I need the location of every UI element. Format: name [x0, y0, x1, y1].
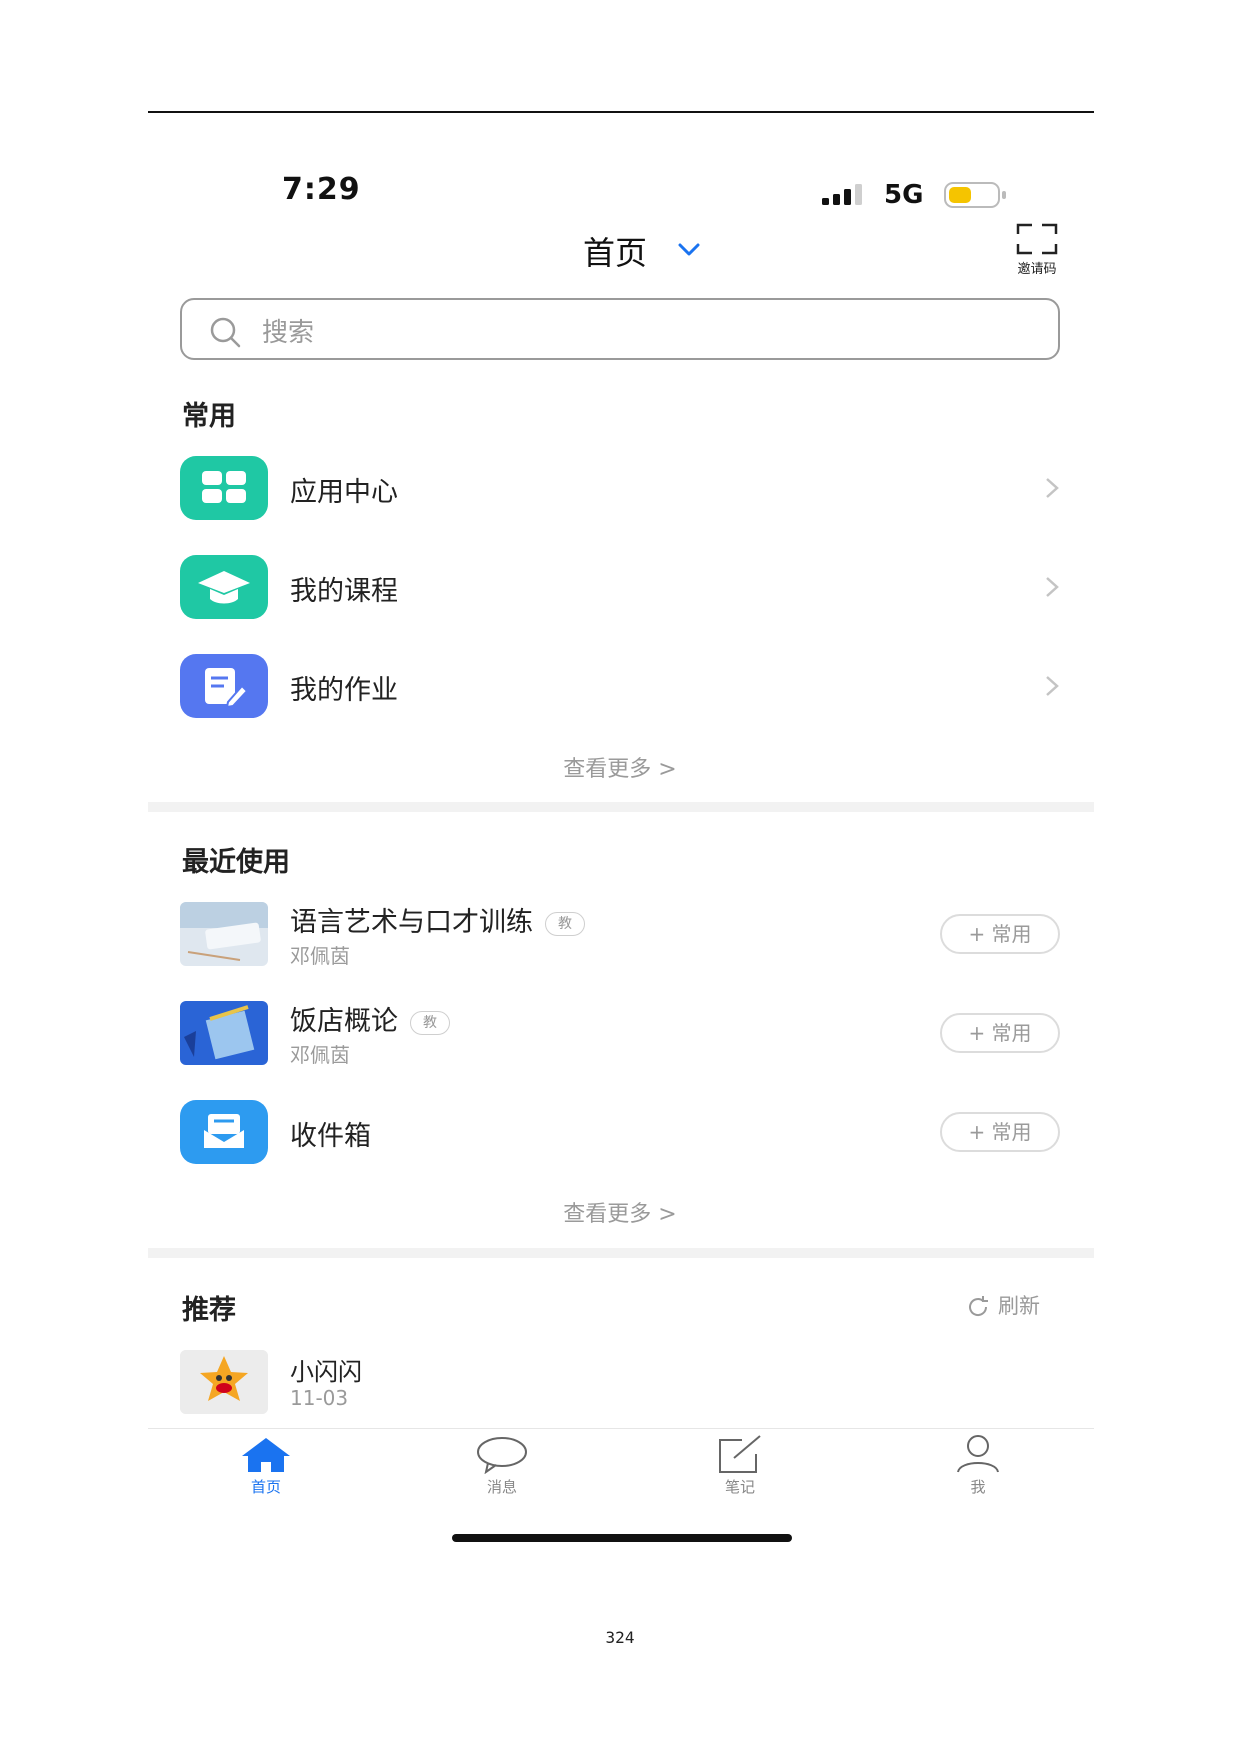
recent-item-course[interactable]: 饭店概论教 邓佩茵 + 常用 [180, 993, 1060, 1073]
add-to-common-button[interactable]: + 常用 [940, 914, 1060, 954]
user-icon [957, 1435, 999, 1473]
recent-item-title: 饭店概论 [290, 1006, 398, 1037]
course-thumbnail [180, 1001, 268, 1065]
refresh-icon [969, 1296, 988, 1316]
status-time: 7:29 [282, 172, 361, 207]
recent-item-inbox[interactable]: 收件箱 + 常用 [180, 1092, 1060, 1172]
common-item-my-courses[interactable]: 我的课程 [180, 547, 1060, 627]
chevron-right-icon [1046, 676, 1059, 696]
chevron-down-icon[interactable] [676, 236, 702, 262]
home-indicator[interactable] [452, 1534, 792, 1542]
recent-item-course[interactable]: 语言艺术与口才训练教 邓佩茵 + 常用 [180, 894, 1060, 974]
recent-section-title: 最近使用 [182, 847, 290, 878]
teacher-badge: 教 [410, 1010, 450, 1035]
recommend-section-title: 推荐 [182, 1295, 236, 1326]
common-item-label: 我的课程 [290, 576, 398, 607]
page-number: 324 [605, 1628, 635, 1647]
tab-label: 笔记 [724, 1478, 755, 1496]
recent-item-title: 收件箱 [290, 1121, 371, 1152]
recommend-item[interactable]: 小闪闪 11-03 [180, 1350, 1060, 1420]
recommend-item-date: 11-03 [290, 1386, 349, 1410]
recent-item-teacher: 邓佩茵 [290, 944, 350, 968]
search-input[interactable]: 搜索 [180, 298, 1060, 360]
recommend-item-title: 小闪闪 [290, 1358, 362, 1386]
section-divider [148, 1248, 1094, 1258]
homework-edit-icon [180, 654, 268, 718]
search-placeholder: 搜索 [262, 318, 315, 348]
tab-label: 首页 [250, 1478, 281, 1496]
recommend-avatar [180, 1350, 268, 1414]
page-top-rule [148, 111, 1094, 113]
chevron-right-icon [1046, 577, 1059, 597]
home-icon [242, 1438, 290, 1472]
refresh-label: 刷新 [998, 1294, 1040, 1318]
invite-code-label: 邀请码 [1017, 262, 1057, 277]
common-item-my-homework[interactable]: 我的作业 [180, 646, 1060, 726]
chat-bubble-icon [477, 1437, 527, 1474]
common-section-title: 常用 [182, 401, 236, 432]
note-edit-icon [719, 1435, 761, 1473]
tab-label: 我 [970, 1478, 986, 1496]
common-item-label: 应用中心 [290, 477, 398, 508]
tab-label: 消息 [486, 1478, 517, 1496]
common-item-app-center[interactable]: 应用中心 [180, 448, 1060, 528]
scan-frame-icon [1016, 223, 1058, 255]
app-center-icon [180, 456, 268, 520]
tabbar-rule [148, 1428, 1094, 1429]
search-icon [210, 317, 241, 348]
course-thumbnail [180, 902, 268, 966]
refresh-button[interactable]: 刷新 [966, 1290, 1040, 1320]
invite-code-button[interactable]: 邀请码 [1004, 222, 1070, 280]
recent-item-teacher: 邓佩茵 [290, 1043, 350, 1067]
tab-notes[interactable]: 笔记 [690, 1434, 790, 1508]
page-title[interactable]: 首页 [583, 228, 647, 274]
signal-strength-icon [822, 184, 862, 205]
common-see-more-link[interactable]: 查看更多 > [520, 751, 720, 783]
section-divider [148, 802, 1094, 812]
network-type: 5G [884, 180, 924, 210]
add-to-common-button[interactable]: + 常用 [940, 1112, 1060, 1152]
recent-see-more-link[interactable]: 查看更多 > [520, 1196, 720, 1228]
chevron-right-icon [1046, 478, 1059, 498]
graduation-cap-icon [180, 555, 268, 619]
add-to-common-button[interactable]: + 常用 [940, 1013, 1060, 1053]
tab-messages[interactable]: 消息 [452, 1434, 552, 1508]
recent-item-title: 语言艺术与口才训练 [290, 907, 533, 938]
battery-icon [944, 182, 1006, 208]
common-item-label: 我的作业 [290, 675, 398, 706]
teacher-badge: 教 [545, 911, 585, 936]
inbox-mail-icon [180, 1100, 268, 1164]
tab-me[interactable]: 我 [928, 1434, 1028, 1508]
tab-home[interactable]: 首页 [216, 1434, 316, 1508]
